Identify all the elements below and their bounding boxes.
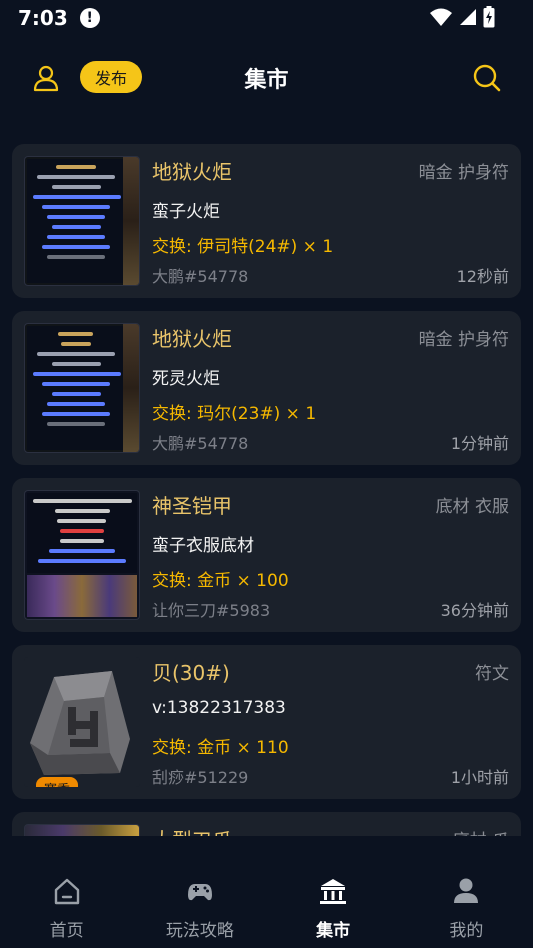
item-category: 暗金 护身符 [418, 163, 509, 183]
status-icons [429, 6, 495, 28]
tab-profile[interactable]: 我的 [400, 862, 533, 948]
alert-icon: ! [79, 8, 100, 28]
post-time: 1小时前 [450, 768, 509, 787]
tab-guides[interactable]: 玩法攻略 [133, 862, 266, 948]
listing-card[interactable]: 地狱火炬 暗金 护身符 蛮子火炬 交换: 伊司特(24#) × 1 大鹏#547… [12, 144, 521, 298]
seller-name: 大鹏#54778 [152, 434, 249, 453]
seller-name: 让你三刀#5983 [152, 601, 271, 620]
item-subtitle: 蛮子火炬 [152, 202, 220, 222]
tab-label: 玩法攻略 [165, 921, 234, 941]
gamepad-icon [187, 884, 212, 901]
exchange-price: 交换: 伊司特(24#) × 1 [152, 237, 334, 257]
page-title: 集市 [244, 68, 289, 93]
listing-list[interactable]: 地狱火炬 暗金 护身符 蛮子火炬 交换: 伊司特(24#) × 1 大鹏#547… [12, 144, 521, 836]
tab-label: 我的 [449, 921, 484, 941]
item-name: 地狱火炬 [152, 160, 232, 184]
listing-card[interactable]: 地狱火炬 暗金 护身符 死灵火炬 交换: 玛尔(23#) × 1 大鹏#5477… [12, 311, 521, 465]
wifi-icon [430, 8, 452, 26]
season-badge: 赛季 [36, 777, 79, 787]
item-name: 地狱火炬 [152, 327, 232, 351]
item-subtitle: v:13822317383 [152, 698, 286, 718]
item-name: 大型刃爪 [152, 824, 232, 836]
status-bar: 7:03 ! [0, 0, 533, 36]
listing-card[interactable]: 大型刃爪 底材 爪 [12, 812, 521, 836]
exchange-price: 交换: 金币 × 100 [152, 571, 289, 591]
item-subtitle: 死灵火炬 [152, 369, 220, 389]
rune-image: 赛季 [24, 657, 140, 787]
status-time: 7:03 [18, 6, 68, 30]
tab-label: 集市 [316, 921, 351, 941]
app-header: 发布 集市 [0, 50, 533, 106]
post-time: 12秒前 [456, 267, 509, 286]
seller-name: 刮痧#51229 [152, 768, 249, 787]
signal-icon [460, 9, 476, 25]
item-name: 神圣铠甲 [152, 494, 232, 518]
profile-icon [454, 878, 479, 903]
rune-stone-icon [30, 671, 130, 775]
item-subtitle: 蛮子衣服底材 [152, 536, 254, 556]
item-screenshot [24, 490, 140, 620]
search-icon[interactable] [472, 63, 502, 93]
listing-card[interactable]: 神圣铠甲 底材 衣服 蛮子衣服底材 交换: 金币 × 100 让你三刀#5983… [12, 478, 521, 632]
item-category: 底材 衣服 [435, 497, 509, 517]
bottom-tab-bar: 首页 玩法攻略 集市 我的 [0, 862, 533, 948]
listing-card[interactable]: 赛季 贝(30#) 符文 v:13822317383 交换: 金币 × 110 … [12, 645, 521, 799]
item-category: 暗金 护身符 [418, 330, 509, 350]
item-screenshot [24, 156, 140, 286]
item-category: 底材 爪 [453, 826, 509, 836]
item-category: 符文 [475, 664, 509, 684]
market-icon [320, 879, 347, 904]
battery-icon [483, 6, 495, 28]
item-screenshot [24, 323, 140, 453]
exchange-price: 交换: 玛尔(23#) × 1 [152, 404, 317, 424]
item-screenshot [24, 824, 140, 836]
exchange-price: 交换: 金币 × 110 [152, 738, 289, 758]
item-name: 贝(30#) [152, 661, 230, 685]
seller-name: 大鹏#54778 [152, 267, 249, 286]
tab-home[interactable]: 首页 [0, 862, 133, 948]
post-time: 36分钟前 [440, 601, 509, 620]
home-icon [54, 878, 79, 905]
post-time: 1分钟前 [450, 434, 509, 453]
tab-label: 首页 [49, 921, 84, 941]
tab-market[interactable]: 集市 [267, 862, 400, 948]
